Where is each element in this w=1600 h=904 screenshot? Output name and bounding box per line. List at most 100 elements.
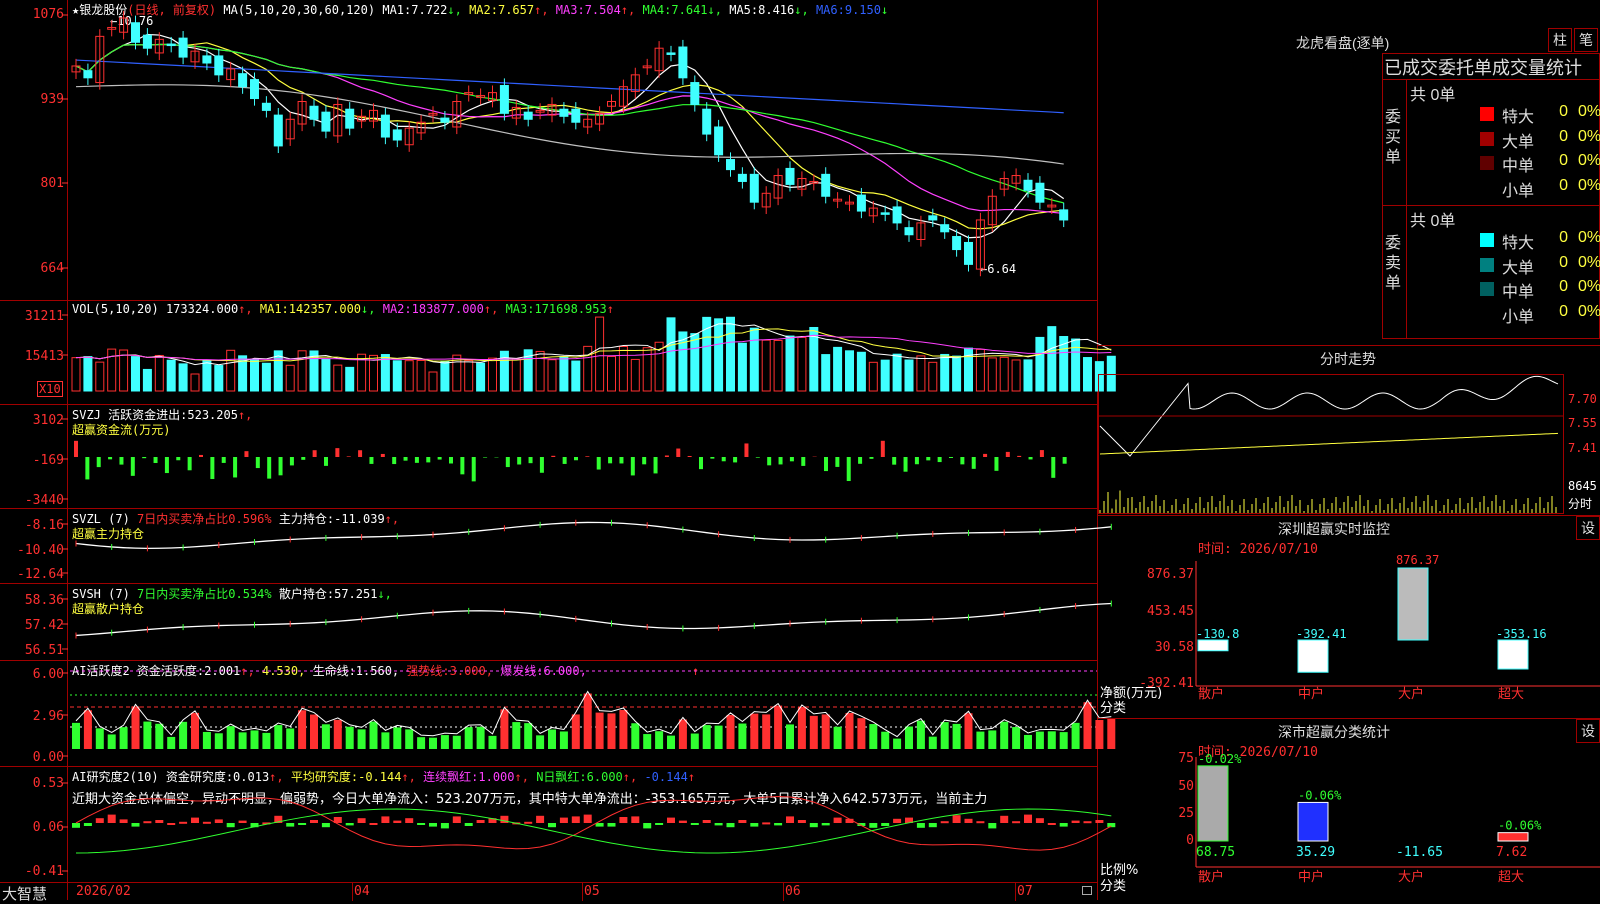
kline-candle	[203, 56, 211, 63]
sell-row-swatch	[1480, 258, 1494, 272]
ai2-bar	[822, 823, 830, 825]
svzj-bar	[1006, 452, 1010, 457]
svzj-bar	[881, 441, 885, 457]
ai2-bar	[715, 823, 723, 825]
svzj-bar	[699, 457, 703, 469]
ai2-bar	[1048, 823, 1056, 825]
svzj-bar	[74, 441, 78, 457]
vol-bar	[631, 359, 639, 391]
ai2-bar	[477, 820, 485, 823]
ma2-line	[76, 43, 1064, 229]
ai1-bar	[286, 728, 294, 749]
ai2-bar	[405, 818, 413, 823]
svzj-bar	[904, 457, 908, 472]
vol-bar	[905, 360, 913, 391]
ai-activity-panel[interactable]: AI活跃度2 资金活跃度:2.001↑, 4.530, 生命线:1.560, 强…	[0, 660, 1097, 766]
ai-research-chart	[0, 767, 1097, 883]
svzj-panel[interactable]: SVZJ 活跃资金进出:523.205↑, 超赢资金流(万元) 3102 -16…	[0, 404, 1097, 508]
ai2-bar	[798, 820, 806, 823]
ai1-bar	[524, 723, 532, 749]
svzj-bar	[551, 456, 555, 457]
ai1-bar	[381, 732, 389, 749]
ai1-bar	[405, 729, 413, 749]
ai2-bar	[1060, 823, 1068, 827]
vol-bar	[262, 363, 270, 391]
svzj-bar	[438, 457, 442, 460]
sell-row-value: 0	[1508, 254, 1568, 272]
ai2-bar	[596, 823, 604, 827]
svzl-panel[interactable]: SVZL (7) 7日内买卖净占比0.596% 主力持仓:-11.039↑, 超…	[0, 508, 1097, 583]
ai1-bar	[132, 706, 140, 749]
ai2-bar	[215, 819, 223, 823]
ai1-bar	[84, 710, 92, 749]
svzj-bar	[517, 457, 521, 464]
ai2-bar	[132, 823, 140, 827]
kline-candle	[441, 118, 449, 122]
sz-bar	[1298, 640, 1328, 672]
buy-row-swatch	[1480, 107, 1494, 121]
ai1-bar	[857, 718, 865, 749]
svsh-panel[interactable]: SVSH (7) 7日内买卖净占比0.534% 散户持仓:57.251↓, 超赢…	[0, 583, 1097, 660]
kline-candle	[727, 160, 735, 170]
ai-research-panel[interactable]: AI研究度2(10) 资金研究度:0.013↑, 平均研究度:-0.144↑, …	[0, 766, 1097, 882]
kline-candle	[786, 168, 794, 184]
svzj-bar	[279, 457, 283, 475]
ai2-bar	[869, 823, 877, 828]
ai2-bar	[631, 816, 639, 823]
kline-candle	[715, 127, 723, 155]
ai1-bar	[143, 722, 151, 749]
ai1-bar	[251, 730, 259, 749]
ma3-line	[76, 44, 1064, 213]
vol-bar	[405, 361, 413, 391]
kline-candle	[691, 83, 699, 105]
svzj-bar	[563, 457, 567, 464]
vol-bar	[465, 361, 473, 391]
sh-change-label: -0.02%	[1198, 752, 1242, 766]
svzj-bar	[290, 457, 294, 465]
kline-candle	[667, 53, 675, 55]
kline-candle	[132, 23, 140, 43]
ai1-bar	[691, 734, 699, 749]
sell-row-swatch	[1480, 307, 1494, 321]
svzj-bar	[892, 457, 896, 465]
vol-bar	[774, 340, 782, 391]
ai1-bar	[227, 726, 235, 749]
ai1-bar	[203, 732, 211, 749]
ai2-bar	[810, 823, 818, 827]
lock-icon[interactable]	[1082, 886, 1092, 895]
buy-row-pct: 0%	[1578, 128, 1600, 146]
sz-category-label: 超大	[1498, 687, 1524, 702]
sz-category-label: 中户	[1298, 686, 1324, 702]
ai1-bar	[1048, 731, 1056, 749]
kline-panel[interactable]: ★银龙股份(日线, 前复权) MA(5,10,20,30,60,120) MA1…	[0, 0, 1097, 300]
ai1-bar	[667, 736, 675, 749]
kline-candle	[143, 35, 151, 48]
ai1-bar	[346, 727, 354, 749]
intraday-panel[interactable]: 分时走势 7.70 7.55 7.41 8645 分时	[1098, 345, 1600, 515]
sh-bar-chart: -0.02%68.75散户-0.06%35.29中户-11.65大户-0.06%…	[1098, 719, 1600, 901]
bar-mode-button[interactable]: 柱	[1548, 28, 1572, 52]
vol-bar	[298, 351, 306, 391]
ai1-bar	[334, 720, 342, 749]
tick-mode-button[interactable]: 笔	[1574, 28, 1598, 52]
ai2-bar	[1000, 816, 1008, 823]
ai2-bar	[976, 821, 984, 823]
volume-panel[interactable]: VOL(5,10,20) 173324.000↑, MA1:142357.000…	[0, 300, 1097, 404]
ai1-bar	[298, 710, 306, 749]
kline-chart[interactable]	[0, 0, 1097, 300]
brand-label[interactable]: 大智慧	[2, 883, 47, 904]
kline-candle	[346, 109, 354, 128]
kline-candle	[1060, 210, 1068, 220]
kline-candle	[239, 74, 247, 87]
ai2-bar	[465, 823, 473, 826]
kline-candle	[524, 112, 532, 119]
kline-candle	[738, 174, 746, 181]
kline-candle	[500, 86, 508, 114]
svzj-bar	[301, 457, 305, 460]
svzj-bar	[222, 457, 226, 463]
ai2-bar	[691, 823, 699, 825]
ai1-bar	[274, 725, 282, 749]
sell-row-value: 0	[1508, 303, 1568, 321]
svzj-bar	[1063, 457, 1067, 464]
sh-bar	[1198, 766, 1228, 841]
